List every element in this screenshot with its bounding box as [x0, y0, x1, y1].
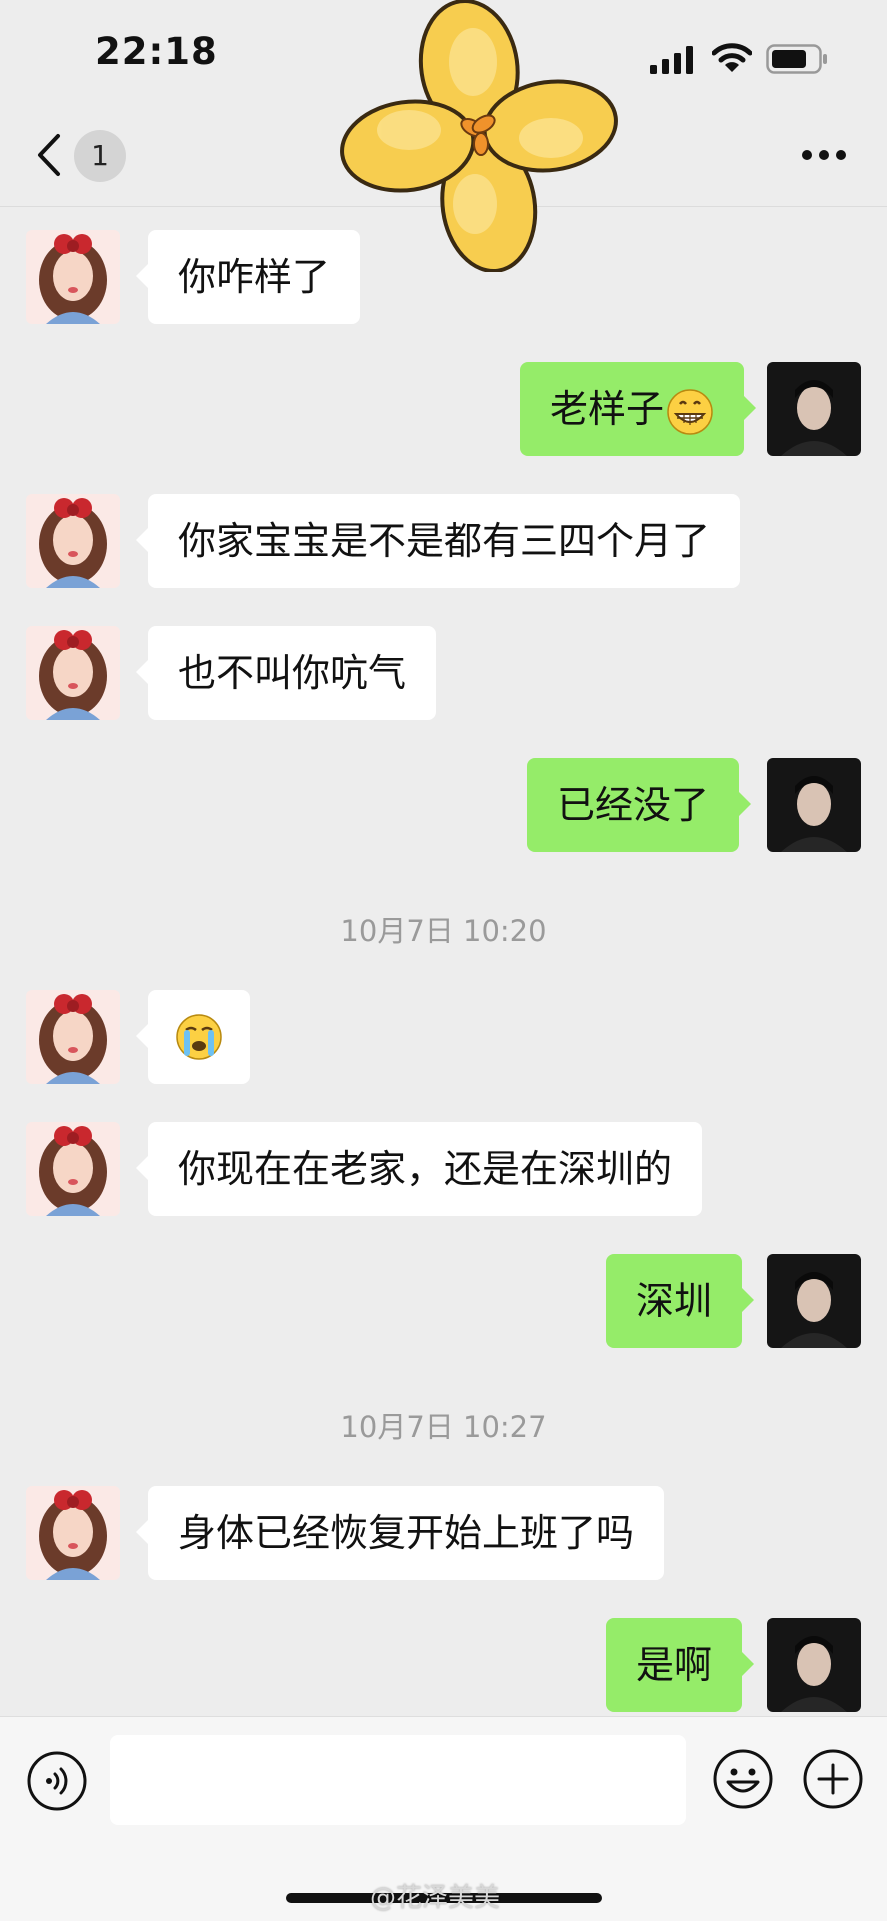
- contact-avatar[interactable]: [26, 1486, 120, 1580]
- contact-avatar[interactable]: [26, 494, 120, 588]
- my-avatar[interactable]: [767, 1254, 861, 1348]
- cry-emoji: [176, 1014, 222, 1060]
- message-text: 老样子: [550, 387, 665, 431]
- contact-avatar[interactable]: [26, 990, 120, 1084]
- back-chevron-icon[interactable]: [34, 132, 64, 178]
- voice-icon[interactable]: [26, 1750, 88, 1812]
- message-bubble-incoming[interactable]: 身体已经恢复开始上班了吗: [135, 1486, 665, 1580]
- status-time: 22:18: [95, 30, 218, 73]
- contact-avatar[interactable]: [26, 626, 120, 720]
- my-avatar[interactable]: [767, 362, 861, 456]
- message-bubble-incoming[interactable]: 你现在在老家，还是在深圳的: [135, 1122, 703, 1216]
- signal-icon: [650, 46, 693, 74]
- my-avatar[interactable]: [767, 758, 861, 852]
- more-icon[interactable]: [800, 148, 848, 162]
- message-bubble-outgoing[interactable]: 是啊: [606, 1618, 755, 1712]
- unread-badge[interactable]: 1: [74, 130, 126, 182]
- message-bubble-outgoing[interactable]: 老样子: [520, 362, 757, 456]
- message-bubble-outgoing[interactable]: 深圳: [606, 1254, 755, 1348]
- message-bubble-incoming[interactable]: [136, 990, 250, 1084]
- message-bubble-incoming[interactable]: 也不叫你吭气: [135, 626, 437, 720]
- wifi-icon: [712, 43, 752, 72]
- message-bubble-incoming[interactable]: 你咋样了: [135, 230, 361, 324]
- flower-sticker: [340, 0, 618, 272]
- message-input[interactable]: [110, 1735, 686, 1825]
- emoji-icon[interactable]: [712, 1748, 774, 1810]
- watermark: @花泽美美: [370, 1883, 501, 1913]
- message-bubble-outgoing[interactable]: 已经没了: [527, 758, 752, 852]
- contact-avatar[interactable]: [26, 230, 120, 324]
- contact-avatar[interactable]: [26, 1122, 120, 1216]
- message-bubble-incoming[interactable]: 你家宝宝是不是都有三四个月了: [135, 494, 741, 588]
- timestamp: 10月7日 10:20: [340, 914, 547, 948]
- my-avatar[interactable]: [767, 1618, 861, 1712]
- plus-icon[interactable]: [802, 1748, 864, 1810]
- timestamp: 10月7日 10:27: [340, 1410, 547, 1444]
- grin-emoji: [667, 388, 713, 435]
- battery-icon: [766, 44, 827, 74]
